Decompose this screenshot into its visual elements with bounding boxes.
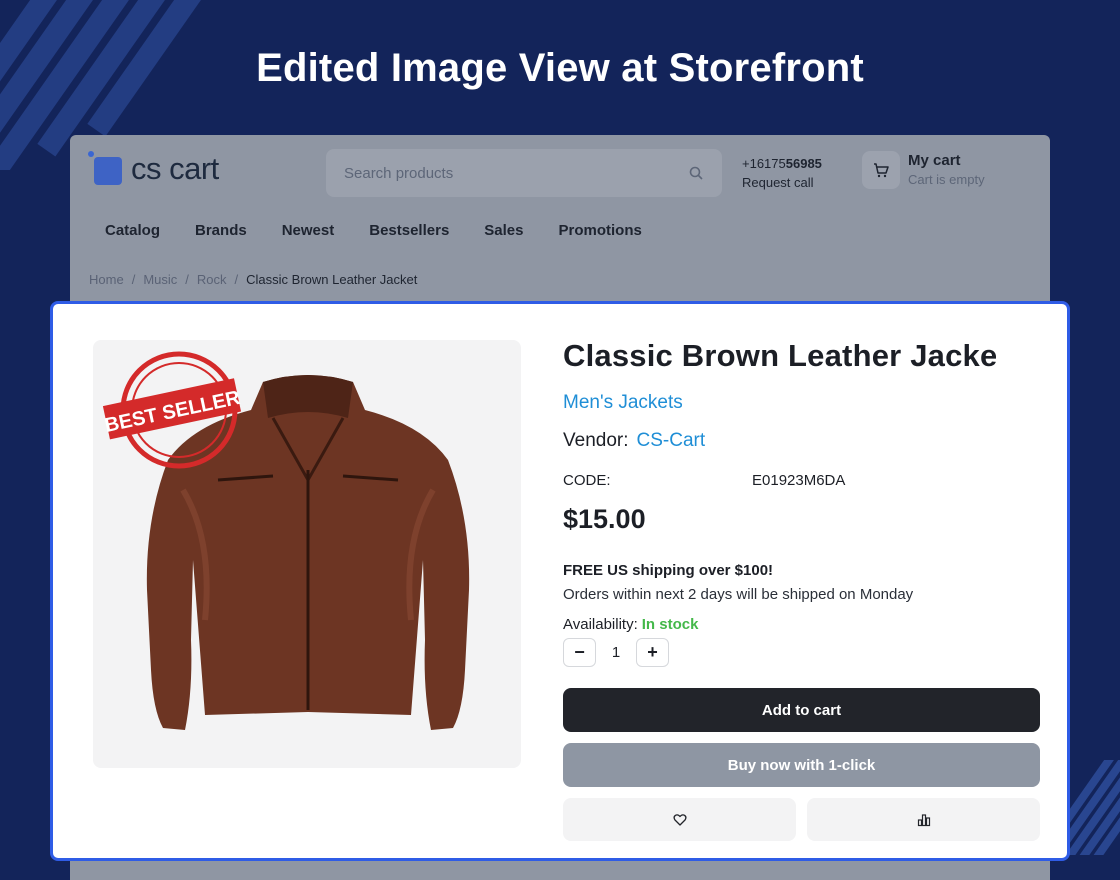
breadcrumb-separator: / — [131, 272, 136, 287]
wishlist-button[interactable] — [563, 798, 796, 841]
cart-button[interactable] — [862, 151, 900, 189]
menu-item-brands[interactable]: Brands — [195, 222, 247, 239]
search-input[interactable]: Search products — [326, 149, 722, 197]
product-category-link[interactable]: Men's Jackets — [563, 392, 683, 414]
logo[interactable]: cs cart — [88, 151, 219, 185]
shipping-headline: FREE US shipping over $100! — [563, 562, 774, 579]
best-seller-badge: BEST SELLER — [103, 351, 243, 469]
product-title: Classic Brown Leather Jacket — [563, 338, 996, 373]
cart-status: Cart is empty — [908, 172, 985, 187]
vendor-label: Vendor: — [563, 430, 629, 451]
phone-number[interactable]: +1617556985 — [742, 154, 822, 173]
quantity-stepper: − 1 + — [563, 638, 669, 667]
menu-item-newest[interactable]: Newest — [282, 222, 335, 239]
breadcrumb-rock[interactable]: Rock — [197, 272, 227, 287]
logo-square — [94, 157, 122, 185]
availability-row: Availability: In stock — [563, 616, 698, 633]
product-card: BEST SELLER Classic Brown Leather Jacket… — [50, 301, 1070, 861]
availability-status: In stock — [641, 616, 699, 633]
cart-widget[interactable]: My cart Cart is empty — [862, 151, 985, 189]
increase-quantity-button[interactable]: + — [636, 638, 669, 667]
breadcrumb-current: Classic Brown Leather Jacket — [246, 272, 418, 287]
breadcrumb-separator: / — [234, 272, 239, 287]
breadcrumb-separator: / — [185, 272, 189, 287]
page-headline: Edited Image View at Storefront — [256, 46, 864, 90]
search-placeholder: Search products — [344, 164, 454, 182]
product-price: $15.00 — [563, 504, 646, 534]
shipping-note: Orders within next 2 days will be shippe… — [563, 586, 914, 603]
vendor-row: Vendor: CS-Cart — [563, 430, 705, 452]
breadcrumb-home[interactable]: Home — [89, 272, 124, 287]
request-call-link[interactable]: Request call — [742, 173, 822, 192]
product-image[interactable]: BEST SELLER — [93, 340, 521, 768]
breadcrumb-music[interactable]: Music — [143, 272, 177, 287]
vendor-link[interactable]: CS-Cart — [637, 430, 706, 451]
menu-item-catalog[interactable]: Catalog — [105, 222, 160, 239]
menu-item-promotions[interactable]: Promotions — [559, 222, 642, 239]
menu-item-bestsellers[interactable]: Bestsellers — [369, 222, 449, 239]
cart-title: My cart — [908, 152, 961, 169]
quantity-value[interactable]: 1 — [596, 644, 636, 661]
availability-label: Availability: — [563, 616, 638, 633]
code-label: CODE: — [563, 472, 611, 489]
search-icon[interactable] — [688, 165, 704, 181]
menu-item-sales[interactable]: Sales — [484, 222, 523, 239]
compare-button[interactable] — [807, 798, 1040, 841]
cart-icon — [874, 163, 889, 178]
main-menu: Catalog Brands Newest Bestsellers Sales … — [105, 222, 642, 239]
compare-icon — [917, 813, 930, 826]
phone-block: +1617556985 Request call — [742, 154, 822, 192]
add-to-cart-button[interactable]: Add to cart — [563, 688, 1040, 732]
logo-dot — [88, 151, 94, 157]
heart-icon — [672, 813, 687, 826]
product-code: E01923M6DA — [752, 472, 846, 489]
logo-text: cs cart — [131, 150, 219, 186]
buy-now-button[interactable]: Buy now with 1-click — [563, 743, 1040, 787]
decrease-quantity-button[interactable]: − — [563, 638, 596, 667]
breadcrumb: Home / Music / Rock / Classic Brown Leather… — [89, 272, 417, 287]
